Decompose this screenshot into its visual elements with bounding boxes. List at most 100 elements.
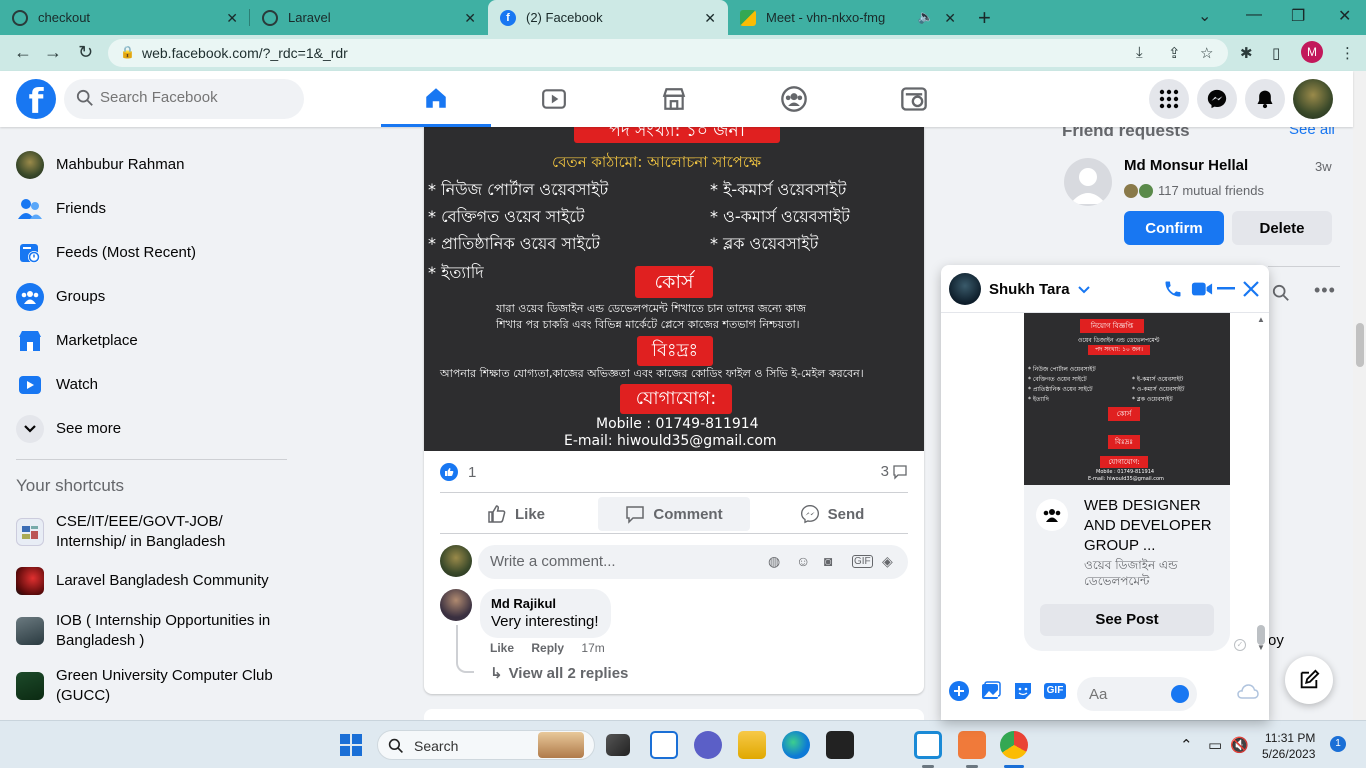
- video-call-icon[interactable]: [1191, 279, 1213, 299]
- message-input[interactable]: [1089, 686, 1169, 703]
- requester-avatar[interactable]: [1064, 158, 1112, 206]
- tab-home[interactable]: [381, 71, 491, 127]
- store-icon[interactable]: [826, 731, 854, 759]
- message-input-box[interactable]: [1077, 677, 1197, 711]
- like-button[interactable]: Like: [440, 497, 592, 531]
- notifications-button[interactable]: [1245, 79, 1285, 119]
- camera-icon[interactable]: ◙: [824, 553, 832, 569]
- minimize-icon[interactable]: —: [1246, 6, 1262, 24]
- minimize-chat-icon[interactable]: [1217, 287, 1235, 291]
- sidebar-item-profile[interactable]: Mahbubur Rahman: [8, 143, 288, 187]
- messenger-button[interactable]: [1197, 79, 1237, 119]
- my-avatar[interactable]: [440, 545, 472, 577]
- reaction-summary[interactable]: 1: [440, 463, 476, 481]
- install-icon[interactable]: ⤓: [1136, 44, 1143, 61]
- taskbar-search[interactable]: Search: [377, 730, 595, 760]
- system-clock[interactable]: 11:31 PM 5/26/2023: [1262, 730, 1315, 762]
- chat-scrollbar-thumb[interactable]: [1257, 625, 1265, 645]
- send-button[interactable]: Send: [756, 497, 908, 531]
- contacts-search-icon[interactable]: [1272, 284, 1290, 302]
- view-replies-link[interactable]: ↳ View all 2 replies: [490, 664, 628, 682]
- shared-post-card[interactable]: WEB DESIGNER AND DEVELOPER GROUP ... ওয়…: [1024, 485, 1230, 651]
- chat-avatar[interactable]: [949, 273, 981, 305]
- close-window-icon[interactable]: ✕: [1338, 6, 1351, 26]
- post-image[interactable]: পদ সংখ্যা: ১০ জন। বেতন কাঠামো: আলোচনা সা…: [424, 127, 924, 451]
- new-message-button[interactable]: [1285, 656, 1333, 704]
- phone-icon[interactable]: [1163, 279, 1183, 299]
- new-tab-button[interactable]: +: [978, 5, 991, 31]
- chrome-icon[interactable]: [1000, 731, 1028, 759]
- tab-search-icon[interactable]: ⌄: [1198, 6, 1211, 26]
- gif-icon[interactable]: GIF: [852, 555, 873, 568]
- teams-chat-icon[interactable]: [694, 731, 722, 759]
- tab-checkout[interactable]: checkout ✕: [0, 0, 250, 35]
- page-scrollbar[interactable]: [1353, 71, 1366, 720]
- file-explorer-icon[interactable]: [738, 731, 766, 759]
- task-view-icon[interactable]: [606, 734, 630, 756]
- comment-time[interactable]: 17m: [581, 641, 604, 655]
- vscode-icon[interactable]: [914, 731, 942, 759]
- comment-input[interactable]: Write a comment... ◍ ☺ ◙ GIF ◈: [478, 545, 908, 579]
- commenter-avatar[interactable]: [440, 589, 472, 621]
- lock-icon[interactable]: 🔒: [120, 45, 135, 59]
- shortcut-item[interactable]: Laravel Bangladesh Community: [8, 559, 288, 603]
- edge-browser-icon[interactable]: [782, 731, 810, 759]
- close-chat-icon[interactable]: [1243, 281, 1259, 297]
- tab-watch[interactable]: [499, 71, 609, 127]
- menu-grid-button[interactable]: [1149, 79, 1189, 119]
- comment-author[interactable]: Md Rajikul: [491, 596, 599, 611]
- confirm-button[interactable]: Confirm: [1124, 211, 1224, 245]
- windows-start-icon[interactable]: [340, 734, 362, 756]
- side-panel-icon[interactable]: ▯: [1272, 44, 1280, 62]
- menu-icon[interactable]: ⋮: [1340, 44, 1355, 62]
- xampp-icon[interactable]: [958, 731, 986, 759]
- contact-name-partial[interactable]: oy: [1268, 632, 1284, 649]
- sidebar-item-marketplace[interactable]: Marketplace: [8, 319, 288, 363]
- omnibox[interactable]: 🔒 web.facebook.com/?_rdc=1&_rdr: [108, 39, 1228, 67]
- sidebar-item-watch[interactable]: Watch: [8, 363, 288, 407]
- close-tab-icon[interactable]: ✕: [464, 10, 476, 27]
- sticker-icon[interactable]: ◈: [882, 553, 893, 570]
- gif-icon[interactable]: GIF: [1044, 683, 1066, 699]
- plus-circle-icon[interactable]: [949, 681, 969, 701]
- search-box[interactable]: [64, 79, 304, 119]
- back-icon[interactable]: ←: [14, 42, 32, 63]
- profile-avatar[interactable]: M: [1301, 41, 1323, 63]
- tab-meet[interactable]: Meet - vhn-nkxo-fmg 🔈 ✕: [728, 0, 968, 35]
- tab-laravel[interactable]: Laravel ✕: [250, 0, 488, 35]
- notification-badge[interactable]: 1: [1330, 736, 1346, 752]
- account-avatar[interactable]: [1293, 79, 1333, 119]
- emoji-icon[interactable]: [1171, 685, 1189, 703]
- facebook-logo[interactable]: f: [16, 79, 56, 119]
- tray-expand-icon[interactable]: ⌃: [1180, 736, 1193, 754]
- cloud-icon[interactable]: [1237, 683, 1259, 699]
- contacts-options-icon[interactable]: •••: [1314, 280, 1336, 301]
- sidebar-item-friends[interactable]: Friends: [8, 187, 288, 231]
- tab-groups[interactable]: [739, 71, 849, 127]
- share-icon[interactable]: ⇪: [1168, 44, 1181, 62]
- search-input[interactable]: [100, 89, 290, 106]
- tab-feeds[interactable]: [859, 71, 969, 127]
- emoji-icon[interactable]: ☺: [796, 553, 810, 569]
- delete-button[interactable]: Delete: [1232, 211, 1332, 245]
- requester-name[interactable]: Md Monsur Hellal: [1124, 157, 1248, 174]
- shared-post-image[interactable]: নিয়োগ বিজ্ঞপ্তি ওয়েব ডিজাইন এন্ড ডেভেল…: [1024, 313, 1230, 485]
- shortcut-item[interactable]: Green University Computer Club (GUCC): [8, 664, 288, 708]
- sidebar-item-see-more[interactable]: See more: [8, 407, 288, 451]
- sidebar-item-groups[interactable]: Groups: [8, 275, 288, 319]
- tab-facebook[interactable]: f (2) Facebook ✕: [488, 0, 728, 35]
- speaker-icon[interactable]: 🔈: [918, 9, 934, 25]
- chat-name-button[interactable]: Shukh Tara: [989, 281, 1090, 298]
- scroll-down-icon[interactable]: ▼: [1257, 643, 1265, 652]
- bookmark-star-icon[interactable]: ☆: [1200, 44, 1213, 62]
- extensions-icon[interactable]: ✱: [1240, 44, 1253, 62]
- sticker-icon[interactable]: [1013, 681, 1033, 701]
- shortcut-item[interactable]: IOB ( Internship Opportunities in Bangla…: [8, 609, 288, 653]
- forward-icon[interactable]: →: [44, 42, 62, 63]
- page-scrollbar-thumb[interactable]: [1356, 323, 1364, 367]
- widgets-icon[interactable]: [650, 731, 678, 759]
- photo-icon[interactable]: [981, 681, 1001, 701]
- avatar-sticker-icon[interactable]: ◍: [768, 553, 780, 570]
- see-post-button[interactable]: See Post: [1040, 604, 1214, 636]
- comment-count[interactable]: 3: [881, 463, 908, 480]
